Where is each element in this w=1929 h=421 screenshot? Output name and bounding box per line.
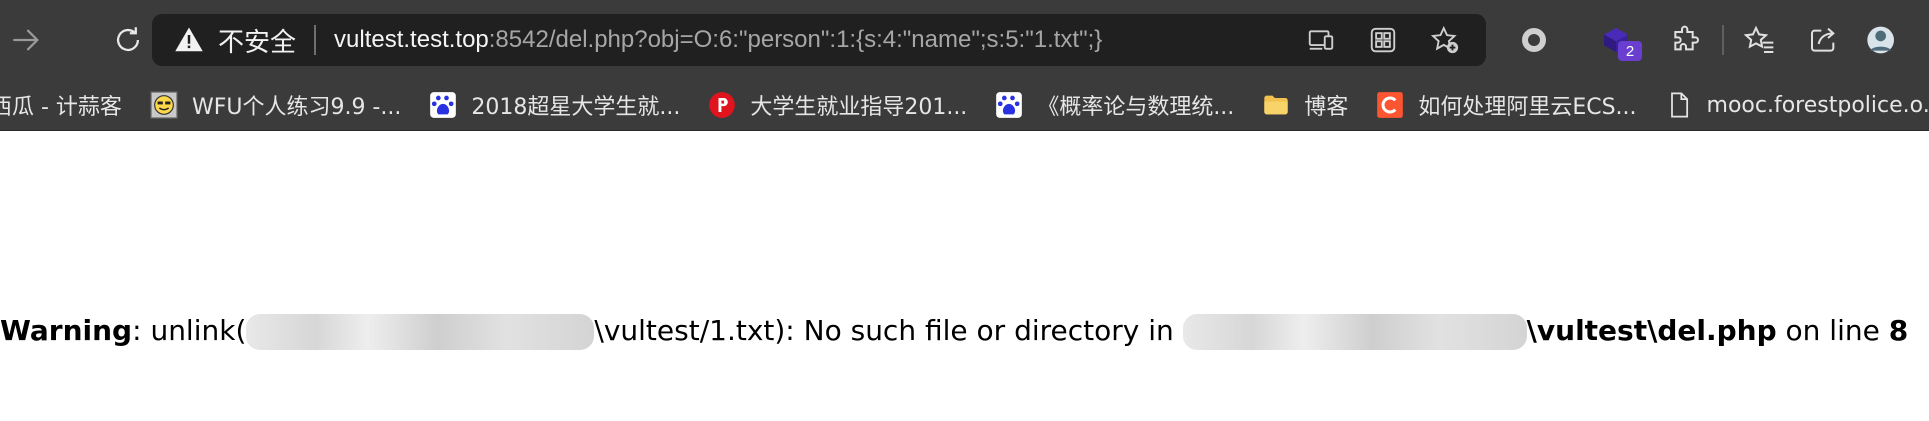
add-favorite-button[interactable]: [1414, 14, 1476, 66]
address-bar[interactable]: 不安全 vultest.test.top:8542/del.php?obj=O:…: [152, 14, 1486, 66]
bookmark-item[interactable]: 《概率论与数理统...: [995, 89, 1234, 121]
bookmark-item[interactable]: 如何处理阿里云ECS...: [1376, 89, 1637, 121]
warning-file-path: \vultest\del.php: [1526, 314, 1777, 347]
address-bar-actions: [1290, 14, 1476, 66]
warning-triangle-icon: [175, 27, 203, 52]
folder-icon: [1262, 91, 1290, 119]
arrow-right-icon: [13, 29, 39, 51]
warning-label: Warning: [0, 314, 133, 347]
baidu-icon: [429, 91, 457, 119]
bookmark-label: 《概率论与数理统...: [1037, 95, 1235, 120]
split-screen-button[interactable]: [1352, 14, 1414, 66]
extensions-button[interactable]: [1654, 0, 1718, 80]
star-plus-icon: [1430, 25, 1459, 54]
bookmark-label: WFU个人练习9.9 -...: [191, 95, 402, 120]
warning-text-middle: \vultest/1.txt): No such file or directo…: [594, 314, 1183, 347]
star-list-icon: [1744, 25, 1774, 53]
puzzle-icon: [1674, 25, 1699, 51]
bookmark-item[interactable]: mooc.forestpolice.o...: [1665, 91, 1929, 119]
warning-line-number: 8: [1888, 314, 1909, 347]
bookmark-label: mooc.forestpolice.o...: [1706, 92, 1929, 118]
redacted-path: [1182, 314, 1527, 350]
share-icon: [1811, 27, 1835, 52]
circle-extension-button[interactable]: [1502, 0, 1566, 80]
baidu-icon: [995, 91, 1023, 119]
address-separator: [314, 25, 317, 55]
url-path: :8542/del.php?obj=O:6:"person":1:{s:4:"n…: [488, 26, 1103, 53]
smiley-icon: [150, 91, 178, 119]
browser-toolbar: 不安全 vultest.test.top:8542/del.php?obj=O:…: [0, 0, 1929, 80]
url-text[interactable]: vultest.test.top:8542/del.php?obj=O:6:"p…: [334, 26, 1102, 54]
profile-button[interactable]: [1856, 0, 1900, 80]
bookmark-label: 2018超星大学生就...: [471, 95, 681, 120]
bookmarks-bar: 西瓜 - 计蒜客 WFU个人练习9.9 -... 2018超星大学生就... 大…: [0, 80, 1929, 131]
favorites-button[interactable]: [1728, 0, 1792, 80]
warning-text-prefix: : unlink(: [132, 314, 247, 347]
circle-ring-icon: [1522, 28, 1546, 52]
browser-chrome: 不安全 vultest.test.top:8542/del.php?obj=O:…: [0, 0, 1929, 131]
p-icon: [708, 91, 736, 119]
toolbar-separator: [1722, 25, 1724, 55]
c-icon: [1376, 91, 1404, 119]
avatar-icon: [1867, 26, 1894, 54]
forward-button[interactable]: [0, 10, 56, 70]
bookmark-folder[interactable]: 博客: [1262, 89, 1348, 121]
bookmark-label: 西瓜 - 计蒜客: [0, 95, 122, 120]
bookmark-label: 如何处理阿里云ECS...: [1418, 95, 1637, 120]
security-status-label[interactable]: 不安全: [218, 22, 296, 59]
share-button[interactable]: [1792, 0, 1856, 80]
refresh-icon: [116, 27, 140, 52]
php-warning-message: Warning: unlink( \vultest/1.txt): No such…: [0, 314, 1908, 350]
grid-icon: [1370, 27, 1396, 53]
bookmark-item[interactable]: WFU个人练习9.9 -...: [150, 89, 401, 121]
toolbar-actions: 2: [1502, 0, 1900, 80]
app-available-button[interactable]: [1290, 14, 1352, 66]
bookmark-item[interactable]: 2018超星大学生就...: [429, 89, 680, 121]
bookmark-label: 大学生就业指导201...: [750, 95, 968, 120]
redacted-path: [246, 314, 595, 350]
extension-button[interactable]: 2: [1584, 0, 1648, 80]
warning-text-line: on line: [1776, 314, 1889, 347]
device-icon: [1308, 30, 1334, 50]
url-host: vultest.test.top: [334, 26, 489, 53]
extension-badge: 2: [1618, 41, 1642, 61]
page-icon: [1665, 91, 1693, 119]
bookmark-item[interactable]: 大学生就业指导201...: [708, 89, 967, 121]
bookmark-item[interactable]: 西瓜 - 计蒜客: [0, 89, 122, 121]
bookmark-label: 博客: [1304, 95, 1349, 120]
refresh-button[interactable]: [98, 10, 158, 70]
